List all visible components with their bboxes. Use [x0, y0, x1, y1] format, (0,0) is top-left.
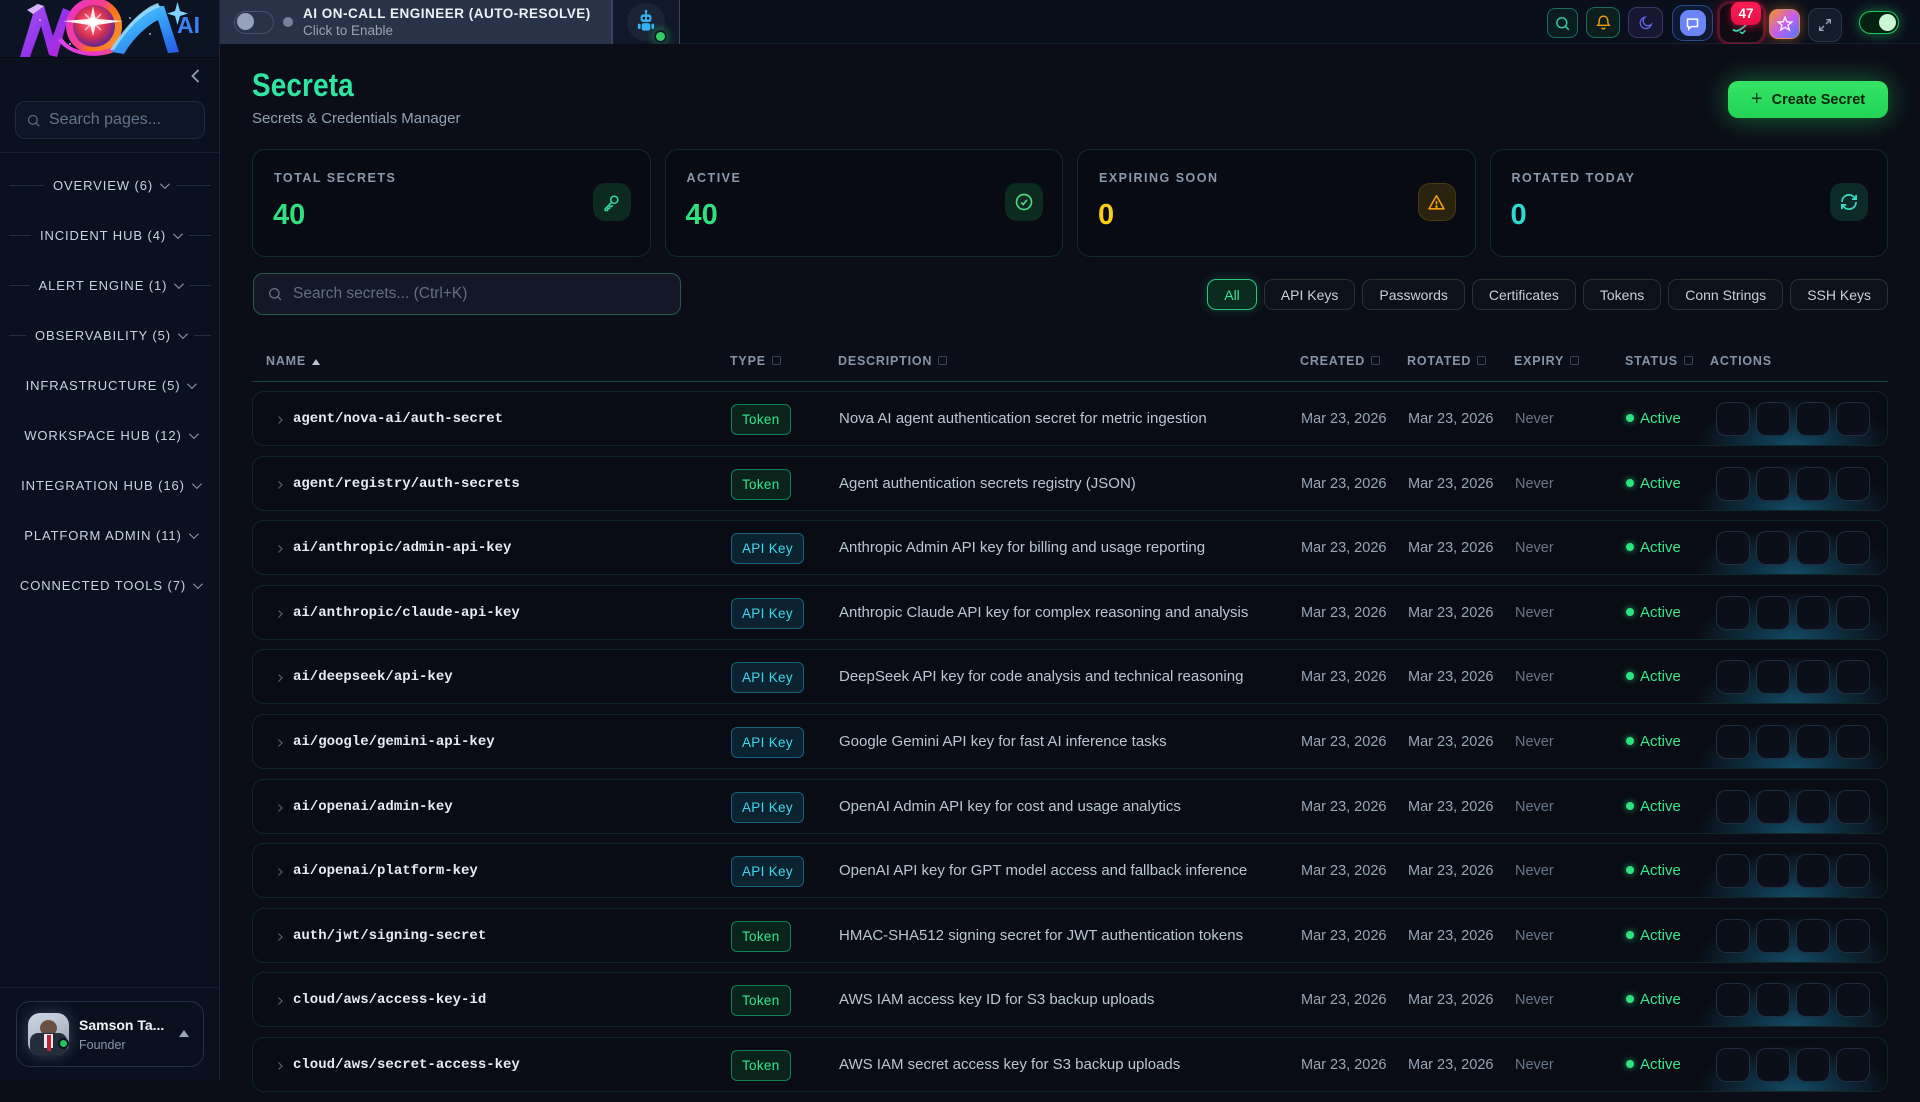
svg-text:AI: AI — [177, 12, 200, 38]
